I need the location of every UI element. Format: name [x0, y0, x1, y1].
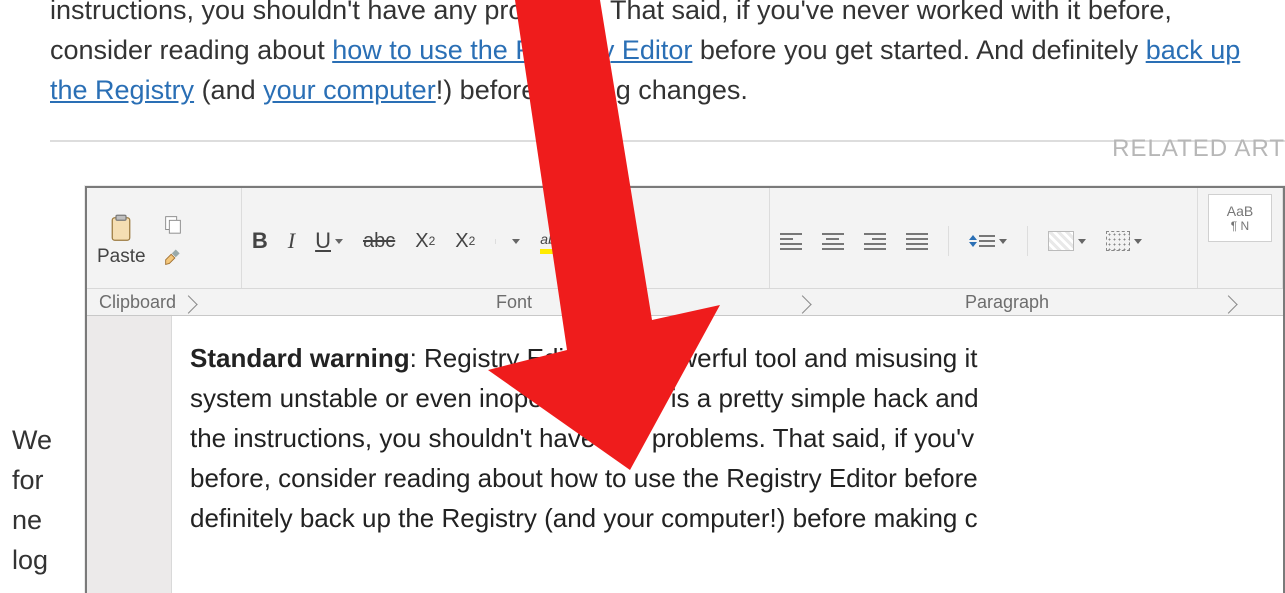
- format-painter-button[interactable]: [160, 247, 186, 269]
- article-paragraph: instructions, you shouldn't have any pro…: [50, 0, 1281, 110]
- copy-button[interactable]: [160, 213, 186, 235]
- link-your-computer[interactable]: your computer: [263, 75, 436, 105]
- document-area: Standard warning: Registry Editor is a p…: [87, 316, 1283, 593]
- related-heading: RELATED ART: [1112, 135, 1285, 163]
- align-right-button[interactable]: [864, 233, 886, 250]
- fill-icon: [1048, 231, 1074, 251]
- sidebar-teaser-text: We for ne log: [12, 420, 52, 580]
- italic-button[interactable]: I: [288, 228, 295, 254]
- group-label-paragraph: Paragraph: [809, 289, 1205, 315]
- style-preview[interactable]: AaB ¶ N: [1208, 194, 1272, 242]
- text: !) before making changes.: [436, 75, 748, 105]
- doc-text: : Registry Editor is a powerful tool and…: [410, 343, 978, 373]
- chevron-down-icon: [566, 239, 574, 244]
- chevron-down-icon: [999, 239, 1007, 244]
- link-registry-editor[interactable]: how to use the Registry Editor: [332, 35, 692, 65]
- paste-button[interactable]: Paste: [97, 214, 146, 268]
- separator: [948, 226, 949, 256]
- separator: [1027, 226, 1028, 256]
- copy-icon: [162, 213, 184, 235]
- group-label-clipboard: Clipboard: [87, 289, 249, 315]
- clear-formatting-button[interactable]: [495, 239, 520, 244]
- document-body[interactable]: Standard warning: Registry Editor is a p…: [172, 316, 1283, 593]
- ribbon-group-paragraph: [770, 188, 1198, 288]
- chevron-down-icon: [613, 239, 621, 244]
- chevron-down-icon: [512, 239, 520, 244]
- bold-button[interactable]: B: [252, 228, 268, 254]
- style-sample: AaB: [1209, 203, 1271, 219]
- ribbon-group-font: B I U abc X2 X2 ab A: [242, 188, 770, 288]
- font-color-button[interactable]: A: [594, 230, 620, 253]
- clipboard-icon: [106, 214, 136, 244]
- doc-text: before, consider reading about how to us…: [190, 463, 978, 493]
- text: (and: [194, 75, 263, 105]
- chevron-down-icon: [335, 239, 343, 244]
- paste-label: Paste: [97, 246, 146, 268]
- highlight-button[interactable]: ab: [540, 231, 574, 251]
- align-center-button[interactable]: [822, 233, 844, 250]
- line-spacing-button[interactable]: [969, 235, 1007, 247]
- underline-button[interactable]: U: [315, 228, 343, 254]
- chevron-down-icon: [1134, 239, 1142, 244]
- border-icon: [1106, 231, 1130, 251]
- chevron-down-icon: [1078, 239, 1086, 244]
- align-justify-button[interactable]: [906, 233, 928, 250]
- strikethrough-button[interactable]: abc: [363, 230, 395, 253]
- align-left-button[interactable]: [780, 233, 802, 250]
- superscript-button[interactable]: X2: [455, 230, 475, 253]
- ribbon: Paste B I U: [87, 188, 1283, 289]
- group-label-font: Font: [249, 289, 779, 315]
- text: before you get started. And definitely: [692, 35, 1145, 65]
- divider: [50, 140, 1285, 142]
- doc-text: definitely back up the Registry (and you…: [190, 503, 978, 533]
- doc-text: the instructions, you shouldn't have any…: [190, 423, 974, 453]
- subscript-button[interactable]: X2: [415, 230, 435, 253]
- word-window: 0 GE Paste: [85, 186, 1285, 593]
- paintbrush-icon: [160, 247, 186, 269]
- ribbon-group-styles: AaB ¶ N: [1198, 188, 1283, 288]
- ribbon-group-labels: Clipboard Font Paragraph: [87, 289, 1283, 316]
- ribbon-group-clipboard: Paste: [87, 188, 242, 288]
- left-margin: [87, 316, 172, 593]
- borders-button[interactable]: [1106, 231, 1142, 251]
- dialog-launcher-icon[interactable]: [179, 295, 197, 313]
- style-name: ¶ N: [1209, 219, 1271, 233]
- doc-text: system unstable or even inoperable. This…: [190, 383, 979, 413]
- doc-bold-lead: Standard warning: [190, 343, 410, 373]
- shading-button[interactable]: [1048, 231, 1086, 251]
